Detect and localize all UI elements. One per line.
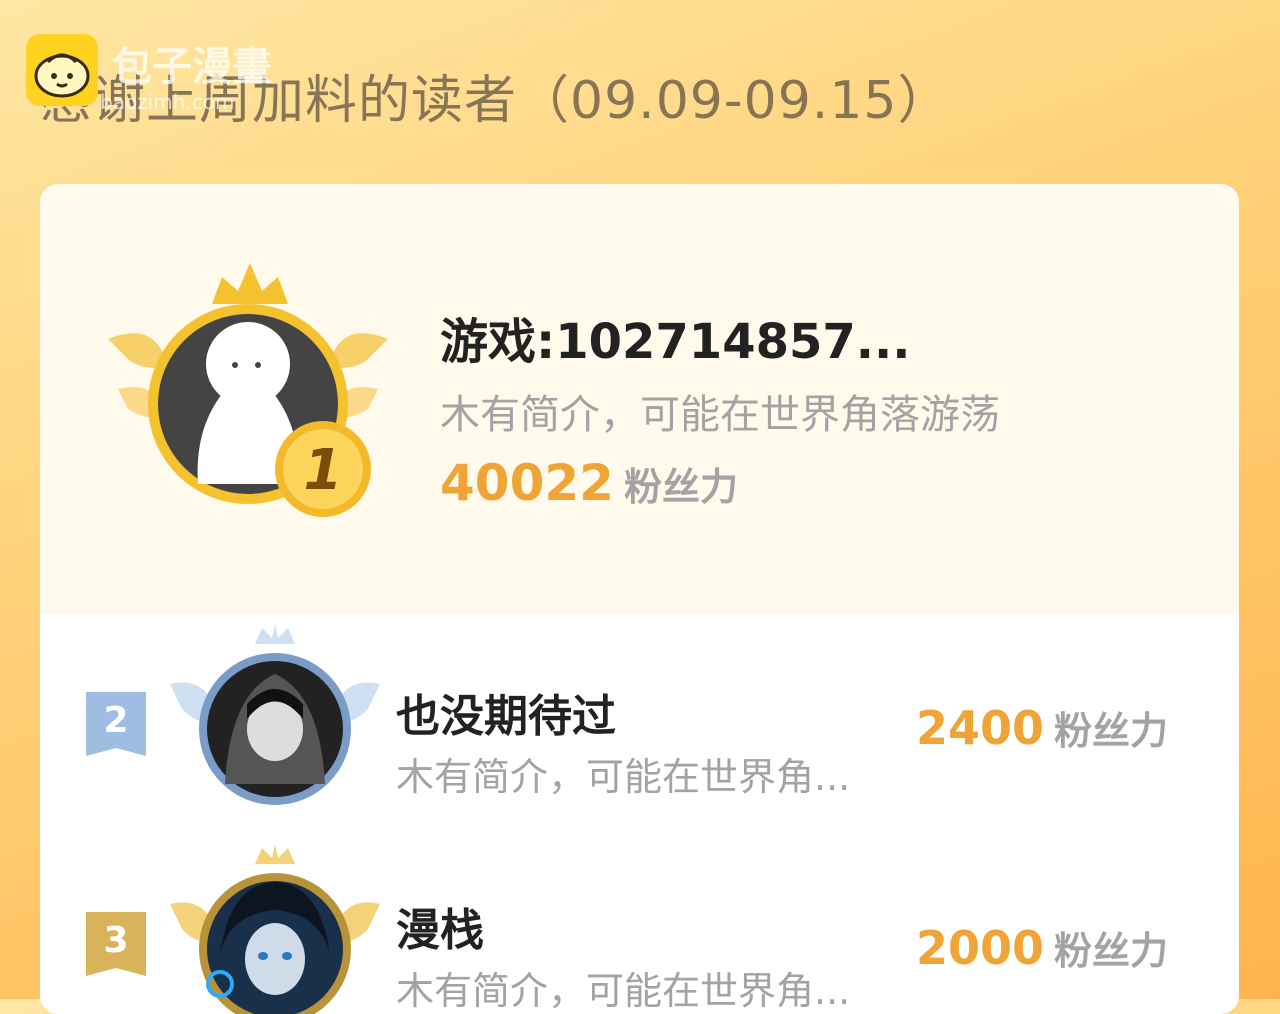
leaderboard-card: 1 游戏:102714857... 木有简介，可能在世界角落游荡 40022 粉丝… bbox=[40, 184, 1239, 1014]
third-place-name[interactable]: 漫栈 bbox=[396, 894, 484, 958]
third-place-fans: 2000 粉丝力 bbox=[916, 920, 1168, 975]
third-place-avatar[interactable] bbox=[170, 844, 380, 1014]
fans-label: 粉丝力 bbox=[1054, 929, 1169, 973]
first-place-name[interactable]: 游戏:102714857... bbox=[440, 302, 911, 372]
rank-badge-3: 3 bbox=[84, 912, 148, 980]
watermark-url: baozimh.com bbox=[100, 90, 235, 114]
second-place-fans: 2400 粉丝力 bbox=[916, 700, 1168, 755]
fans-value: 2400 bbox=[916, 701, 1045, 755]
bun-logo-icon bbox=[26, 34, 98, 106]
fans-label: 粉丝力 bbox=[623, 465, 738, 509]
fans-value: 2000 bbox=[916, 921, 1045, 975]
first-place-fans: 40022 粉丝力 bbox=[440, 454, 738, 512]
second-place-desc: 木有简介，可能在世界角... bbox=[396, 755, 851, 799]
second-place-avatar[interactable] bbox=[170, 624, 380, 818]
second-place-name[interactable]: 也没期待过 bbox=[396, 680, 616, 744]
first-place-panel: 1 游戏:102714857... 木有简介，可能在世界角落游荡 40022 粉丝… bbox=[40, 184, 1239, 614]
second-place-row[interactable]: 2 也没期待过 木有简介，可能在世界角... 2400 粉丝力 bbox=[40, 624, 1239, 824]
rank-number: 2 bbox=[103, 700, 128, 741]
rank-number: 3 bbox=[103, 920, 128, 961]
fans-value: 40022 bbox=[440, 454, 614, 512]
third-place-row[interactable]: 3 漫栈 木有简介，可能在世界角... 2000 粉丝力 bbox=[40, 844, 1239, 1014]
watermark-brand: 包子漫畫 bbox=[112, 44, 272, 90]
fans-label: 粉丝力 bbox=[1054, 709, 1169, 753]
svg-text:1: 1 bbox=[304, 438, 343, 503]
third-place-desc: 木有简介，可能在世界角... bbox=[396, 969, 851, 1013]
first-place-desc: 木有简介，可能在世界角落游荡 bbox=[440, 392, 1000, 438]
first-place-avatar[interactable]: 1 bbox=[98, 259, 398, 543]
rank-badge-2: 2 bbox=[84, 692, 148, 760]
